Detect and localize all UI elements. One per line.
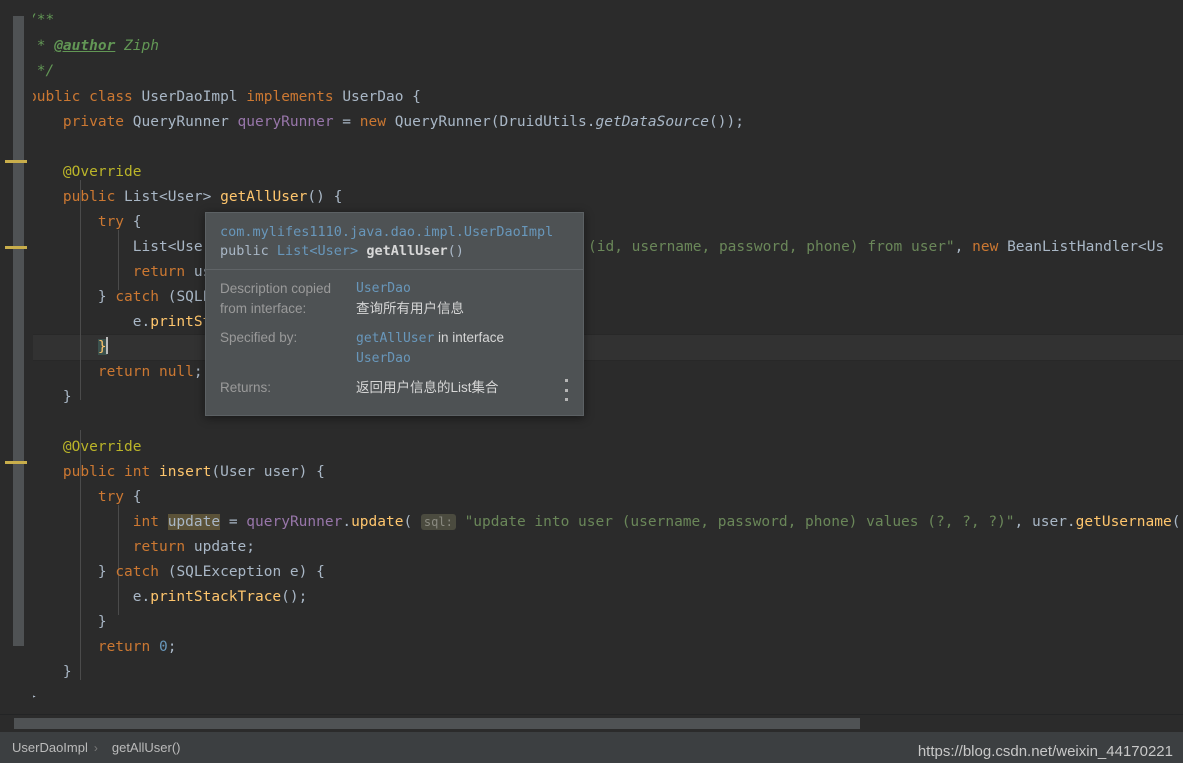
code-line[interactable]: } (28, 610, 107, 635)
horizontal-scrollbar[interactable] (0, 714, 1183, 732)
code-line[interactable]: @Override (28, 160, 142, 185)
doc-label-specified-by: Specified by: (220, 330, 298, 345)
doc-value-description: UserDao 查询所有用户信息 (356, 279, 569, 319)
editor-marker-bar[interactable] (0, 0, 33, 715)
warning-stripe[interactable] (5, 461, 27, 464)
doc-row-specified-by: Specified by: getAllUser in interface Us… (220, 328, 569, 369)
more-vertical-icon[interactable] (559, 379, 573, 401)
doc-label-returns: Returns: (220, 380, 272, 395)
code-line[interactable]: return update; (28, 535, 255, 560)
code-line[interactable]: return use (28, 260, 220, 285)
doc-body: Description copied from interface: UserD… (206, 270, 583, 415)
code-line[interactable]: public class UserDaoImpl implements User… (28, 85, 421, 110)
vertical-scrollbar-thumb[interactable] (13, 16, 24, 646)
code-content-area[interactable]: /** * @author Ziph */public class UserDa… (28, 0, 1183, 715)
doc-specified-mid: in interface (434, 330, 505, 345)
code-line[interactable]: * @author Ziph (28, 34, 159, 59)
doc-row-description: Description copied from interface: UserD… (220, 279, 569, 319)
code-line[interactable]: } (28, 660, 72, 685)
code-line[interactable]: try { (28, 485, 142, 510)
code-line[interactable]: @Override (28, 435, 142, 460)
chevron-right-icon: › (93, 740, 98, 755)
doc-qualified-name: com.mylifes1110.java.dao.impl.UserDaoImp… (220, 224, 554, 240)
warning-stripe[interactable] (5, 160, 27, 163)
documentation-popup[interactable]: com.mylifes1110.java.dao.impl.UserDaoImp… (205, 212, 584, 416)
watermark-url: https://blog.csdn.net/weixin_44170221 (917, 743, 1173, 760)
code-line[interactable]: } catch (SQLEx (28, 285, 220, 310)
code-line[interactable]: try { (28, 210, 142, 235)
code-line[interactable]: public List<User> getAllUser() { (28, 185, 342, 210)
doc-label-description: Description copied from interface: (220, 281, 332, 316)
code-line[interactable]: } (28, 335, 108, 360)
doc-link-getalluser[interactable]: getAllUser (356, 331, 434, 346)
breadcrumb-bar[interactable]: UserDaoImpl › getAllUser() https://blog.… (0, 732, 1183, 763)
doc-signature-header: com.mylifes1110.java.dao.impl.UserDaoImp… (206, 213, 583, 270)
code-line[interactable]: return null; (28, 360, 203, 385)
code-line[interactable]: e.printSta (28, 310, 220, 335)
code-line-tail[interactable]: (id, username, password, phone) from use… (588, 235, 1164, 260)
horizontal-scrollbar-thumb[interactable] (14, 718, 860, 729)
code-line[interactable]: } (28, 385, 72, 410)
doc-value-specified-by: getAllUser in interface UserDao (356, 328, 569, 369)
doc-link-userdao-2[interactable]: UserDao (356, 349, 569, 369)
breadcrumb-item-class[interactable]: UserDaoImpl (8, 740, 92, 755)
doc-method-signature: public List<User> getAllUser() (220, 243, 464, 259)
code-line[interactable]: } catch (SQLException e) { (28, 560, 325, 585)
code-line[interactable]: e.printStackTrace(); (28, 585, 308, 610)
doc-value-returns: 返回用户信息的List集合 (356, 380, 499, 395)
code-line[interactable]: return 0; (28, 635, 177, 660)
breadcrumb-item-method[interactable]: getAllUser() (108, 740, 185, 755)
code-editor[interactable]: /** * @author Ziph */public class UserDa… (0, 0, 1183, 763)
code-line[interactable]: private QueryRunner queryRunner = new Qu… (28, 110, 744, 135)
code-line[interactable]: int update = queryRunner.update( sql: "u… (28, 510, 1180, 535)
current-line-highlight (28, 334, 1183, 361)
code-line[interactable]: public int insert(User user) { (28, 460, 325, 485)
warning-stripe[interactable] (5, 246, 27, 249)
doc-link-userdao[interactable]: UserDao (356, 279, 569, 299)
doc-description-text: 查询所有用户信息 (356, 301, 464, 316)
doc-row-returns: Returns: 返回用户信息的List集合 (220, 378, 569, 398)
